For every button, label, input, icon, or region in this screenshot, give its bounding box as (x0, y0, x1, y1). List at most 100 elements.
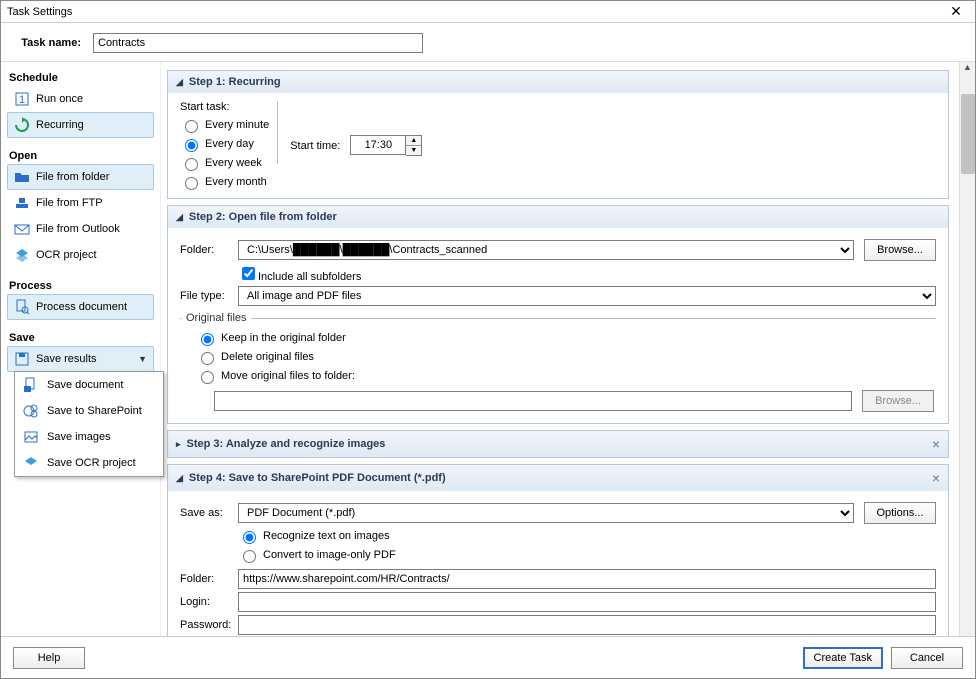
options-button[interactable]: Options... (864, 502, 936, 524)
panel-body-step1: Start task: Every minute Every day Every… (168, 93, 948, 198)
start-time-label: Start time: (290, 140, 340, 152)
panel-header-step4[interactable]: ◢ Step 4: Save to SharePoint PDF Documen… (168, 465, 948, 491)
process-doc-icon (14, 299, 30, 315)
close-icon[interactable]: × (932, 470, 940, 486)
panel-header-step3[interactable]: ▸ Step 3: Analyze and recognize images × (168, 431, 948, 457)
login-input (238, 592, 936, 612)
panel-step4: ◢ Step 4: Save to SharePoint PDF Documen… (167, 464, 949, 636)
sidebar: Schedule 1 Run once Recurring Open File … (1, 62, 161, 636)
move-folder-input (214, 391, 852, 411)
folder-label: Folder: (180, 244, 228, 256)
chevron-down-icon: ▼ (138, 354, 147, 364)
sp-folder-input[interactable] (238, 569, 936, 589)
sidebar-item-save-results[interactable]: Save results ▼ (7, 346, 154, 372)
sidebar-heading-save: Save (7, 328, 154, 346)
spin-up-icon[interactable]: ▲ (406, 136, 421, 146)
sidebar-item-label: File from folder (36, 171, 109, 183)
time-spinner[interactable]: ▲▼ (406, 135, 422, 156)
panel-body-step2: Folder: C:\Users\██████\██████\Contracts… (168, 228, 948, 423)
sidebar-item-label: Run once (36, 93, 83, 105)
password-label: Password: (180, 619, 228, 631)
divider (277, 101, 278, 164)
menu-item-save-document[interactable]: Save document (15, 372, 163, 398)
password-input (238, 615, 936, 635)
task-name-row: Task name: (1, 23, 975, 61)
radio-recognize-text[interactable]: Recognize text on images (238, 528, 936, 544)
expand-icon: ▸ (176, 439, 181, 450)
sidebar-item-ocr-project[interactable]: OCR project (7, 242, 154, 268)
sidebar-item-file-from-folder[interactable]: File from folder (7, 164, 154, 190)
sidebar-heading-process: Process (7, 276, 154, 294)
sidebar-item-file-from-ftp[interactable]: File from FTP (7, 190, 154, 216)
sidebar-item-label: File from Outlook (36, 223, 120, 235)
menu-item-save-ocr-project[interactable]: Save OCR project (15, 450, 163, 476)
recurring-icon (14, 117, 30, 133)
footer: Help Create Task Cancel (1, 636, 975, 678)
login-label: Login: (180, 596, 228, 608)
layers-icon (14, 247, 30, 263)
content-area: ◢ Step 1: Recurring Start task: Every mi… (161, 62, 959, 636)
titlebar: Task Settings ✕ (1, 1, 975, 23)
start-task-label: Start task: (180, 101, 240, 113)
collapse-icon: ◢ (176, 473, 183, 484)
dialog-body: Schedule 1 Run once Recurring Open File … (1, 61, 975, 636)
sidebar-heading-schedule: Schedule (7, 68, 154, 86)
help-button[interactable]: Help (13, 647, 85, 669)
panel-header-step2[interactable]: ◢ Step 2: Open file from folder (168, 206, 948, 228)
task-settings-window: Task Settings ✕ Task name: Schedule 1 Ru… (0, 0, 976, 679)
menu-item-save-images[interactable]: Save images (15, 424, 163, 450)
scrollbar-thumb[interactable] (961, 94, 975, 174)
panel-step3: ▸ Step 3: Analyze and recognize images × (167, 430, 949, 458)
radio-every-week[interactable]: Every week (180, 155, 269, 171)
save-doc-icon (23, 377, 39, 393)
svg-text:1: 1 (19, 94, 25, 106)
scroll-up-icon[interactable]: ▲ (960, 62, 975, 78)
radio-keep-original[interactable]: Keep in the original folder (196, 330, 934, 346)
ftp-icon (14, 195, 30, 211)
save-icon (14, 351, 30, 367)
sharepoint-icon (23, 403, 39, 419)
menu-item-save-sharepoint[interactable]: Save to SharePoint (15, 398, 163, 424)
radio-every-day[interactable]: Every day (180, 136, 269, 152)
task-name-input[interactable] (93, 33, 423, 53)
start-time-input[interactable] (350, 135, 406, 155)
sidebar-item-label: OCR project (36, 249, 97, 261)
sidebar-item-process-document[interactable]: Process document (7, 294, 154, 320)
include-subfolders-checkbox[interactable]: Include all subfolders (238, 264, 361, 283)
create-task-button[interactable]: Create Task (803, 647, 884, 669)
sidebar-item-label: Recurring (36, 119, 84, 131)
file-type-select[interactable]: All image and PDF files (238, 286, 936, 306)
save-results-menu: Save document Save to SharePoint Save im… (14, 371, 164, 477)
close-icon[interactable]: × (932, 436, 940, 452)
panel-step1: ◢ Step 1: Recurring Start task: Every mi… (167, 70, 949, 199)
sidebar-heading-open: Open (7, 146, 154, 164)
window-title: Task Settings (5, 6, 941, 18)
save-as-select[interactable]: PDF Document (*.pdf) (238, 503, 854, 523)
sidebar-item-file-from-outlook[interactable]: File from Outlook (7, 216, 154, 242)
original-files-legend: Original files (182, 312, 251, 324)
browse-button-move: Browse... (862, 390, 934, 412)
collapse-icon: ◢ (176, 77, 183, 88)
collapse-icon: ◢ (176, 212, 183, 223)
sidebar-item-run-once[interactable]: 1 Run once (7, 86, 154, 112)
panel-header-step1[interactable]: ◢ Step 1: Recurring (168, 71, 948, 93)
radio-every-minute[interactable]: Every minute (180, 117, 269, 133)
radio-delete-original[interactable]: Delete original files (196, 349, 934, 365)
scrollbar[interactable]: ▲ (959, 62, 975, 636)
envelope-icon (14, 221, 30, 237)
close-icon[interactable]: ✕ (941, 3, 971, 20)
radio-image-only[interactable]: Convert to image-only PDF (238, 547, 936, 563)
spin-down-icon[interactable]: ▼ (406, 146, 421, 155)
original-files-group: Original files Keep in the original fold… (180, 312, 936, 415)
sidebar-item-label: Process document (36, 301, 127, 313)
panel-title: Step 4: Save to SharePoint PDF Document … (189, 472, 446, 484)
task-name-label: Task name: (15, 37, 81, 49)
radio-every-month[interactable]: Every month (180, 174, 269, 190)
folder-combo[interactable]: C:\Users\██████\██████\Contracts_scanned (238, 240, 854, 260)
sidebar-item-recurring[interactable]: Recurring (7, 112, 154, 138)
cancel-button[interactable]: Cancel (891, 647, 963, 669)
panel-title: Step 3: Analyze and recognize images (187, 438, 386, 450)
radio-move-original[interactable]: Move original files to folder: (196, 368, 934, 384)
browse-button[interactable]: Browse... (864, 239, 936, 261)
sidebar-item-label: Save results (36, 353, 97, 365)
